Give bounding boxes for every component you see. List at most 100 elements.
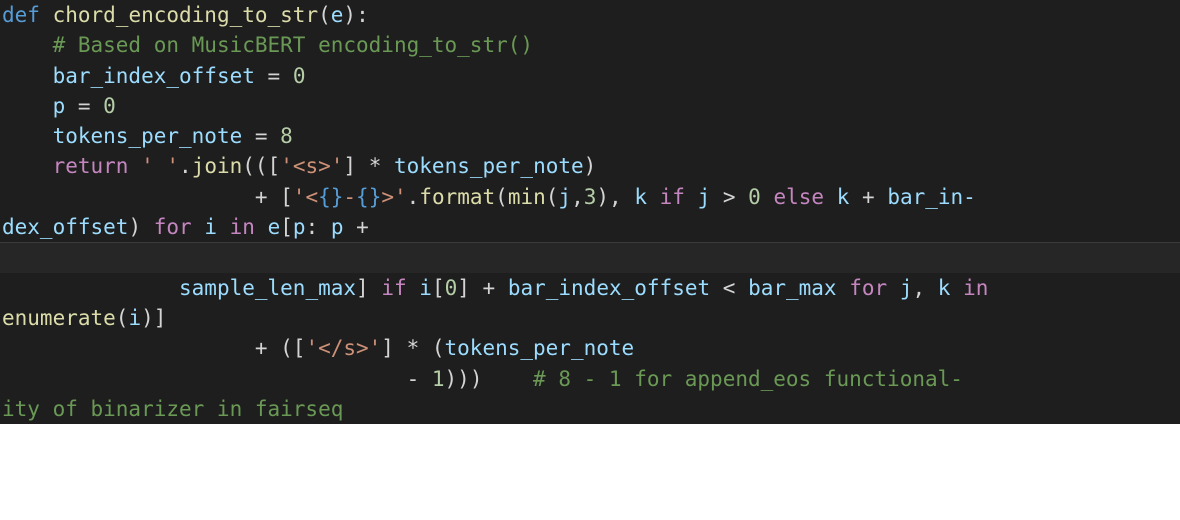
code-token: for: [153, 215, 192, 240]
code-token: -: [2, 366, 432, 391]
code-token: p: [330, 215, 344, 240]
code-token: enumerate: [2, 305, 116, 330]
code-token: if: [659, 184, 685, 209]
code-token: # 8 - 1 for append_eos functional-: [533, 366, 963, 391]
code-token: e: [267, 215, 281, 240]
code-line: sample_len_max] if i[0] + bar_index_offs…: [0, 272, 1180, 303]
code-token: '<s>': [280, 154, 344, 179]
code-token: <: [710, 275, 749, 300]
code-token: dex_offset: [2, 215, 129, 240]
code-line: # Based on MusicBERT encoding_to_str(): [0, 30, 1180, 61]
code-token: in: [963, 275, 989, 300]
code-line: + (['</s>'] * (tokens_per_note: [0, 333, 1180, 364]
code-line: return ' '.join((['<s>'] * tokens_per_no…: [0, 151, 1180, 182]
code-token: # Based on MusicBERT encoding_to_str(): [52, 33, 534, 58]
code-token: j: [899, 275, 913, 300]
code-token: i: [204, 215, 217, 240]
code-token: i: [419, 275, 432, 300]
code-token: tokens_per_note: [52, 124, 243, 149]
code-token: p: [52, 93, 66, 118]
code-token: sample_len_max: [179, 275, 357, 300]
code-token: ]: [356, 275, 382, 300]
code-token: [: [280, 215, 293, 240]
code-line: bar_index_offset = 0: [0, 60, 1180, 91]
code-token: 8: [280, 124, 293, 149]
code-token: j: [697, 184, 711, 209]
code-token: ),: [596, 184, 635, 209]
code-token: :: [305, 215, 331, 240]
code-token: +: [343, 215, 369, 240]
code-token: >': [381, 184, 407, 209]
code-token: bar_index_offset: [52, 63, 255, 88]
code-token: {}: [318, 184, 344, 209]
code-token: .: [406, 184, 420, 209]
code-token: i: [128, 305, 142, 330]
code-token: ' ': [141, 154, 180, 179]
code-token: ] *: [343, 154, 394, 179]
code-token: ] +: [457, 275, 508, 300]
code-token: bar_index_offset: [507, 275, 711, 300]
code-line: p = 0: [0, 90, 1180, 122]
code-token: -: [343, 184, 357, 209]
code-token: ] * (: [381, 336, 445, 361]
code-token: ):: [343, 3, 369, 27]
code-line: def chord_encoding_to_str(e):: [0, 0, 1180, 31]
code-token: k: [937, 275, 951, 300]
code-token: ))): [444, 366, 534, 391]
code-token: ,: [912, 275, 938, 300]
code-token: else: [773, 184, 825, 209]
code-token: =: [65, 93, 104, 118]
code-token: (: [545, 184, 559, 209]
code-token: '</s>': [305, 336, 382, 361]
code-token: format: [419, 184, 496, 209]
code-token: in: [229, 215, 255, 240]
code-token: )]: [141, 305, 167, 330]
code-line: + ['<{}-{}>'.format(min(j,3), k if j > 0…: [0, 181, 1180, 213]
code-block: def chord_encoding_to_str(e): # Based on…: [0, 0, 1180, 425]
code-token: =: [254, 63, 293, 88]
code-line: dex_offset) for i in e[p: p +: [0, 212, 1180, 243]
code-token: e: [330, 3, 344, 27]
code-line: [0, 242, 1180, 273]
code-token: if: [381, 275, 407, 300]
code-token: ): [128, 215, 154, 240]
code-token: ): [583, 154, 597, 179]
code-token: (: [318, 3, 331, 27]
code-token: 0: [292, 63, 306, 88]
code-line: - 1))) # 8 - 1 for append_eos functional…: [0, 363, 1180, 394]
code-token: k: [836, 184, 850, 209]
code-token: return: [52, 154, 129, 179]
code-token: min: [507, 184, 546, 209]
code-line: enumerate(i)]: [0, 302, 1180, 334]
code-token: ity of binarizer in fairseq: [2, 396, 344, 421]
code-token: (: [115, 305, 129, 330]
code-token: =: [242, 124, 281, 149]
code-token: def: [2, 3, 40, 27]
code-token: k: [634, 184, 647, 209]
code-token: p: [292, 215, 306, 240]
code-token: bar_max: [748, 275, 837, 300]
code-token: >: [710, 184, 749, 209]
code-token: bar_in-: [887, 184, 976, 209]
code-token: (([: [242, 154, 281, 179]
code-token: {}: [356, 184, 382, 209]
code-token: j: [558, 184, 572, 209]
code-token: '<: [292, 184, 319, 209]
